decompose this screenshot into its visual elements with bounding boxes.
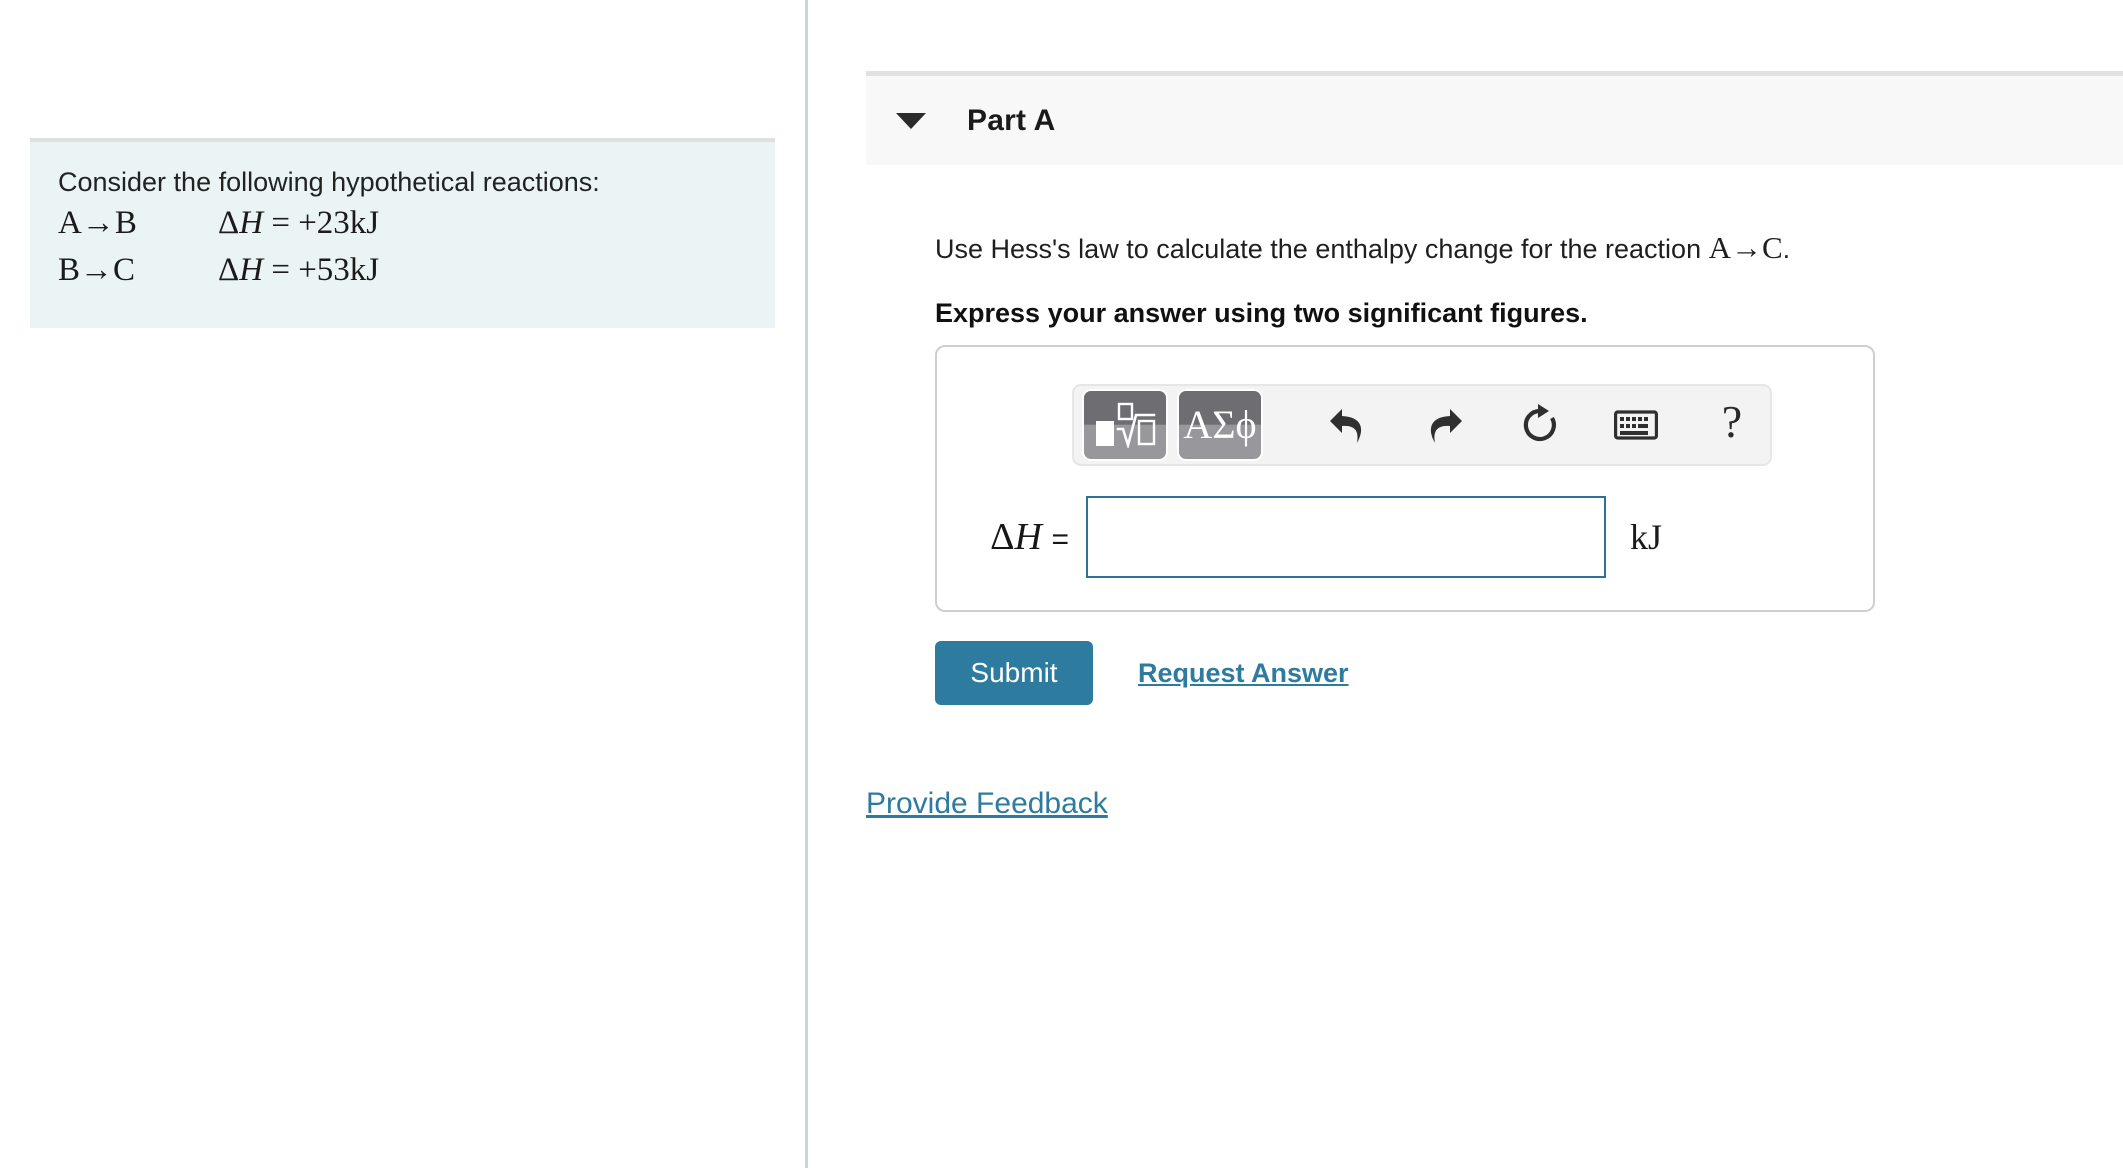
delta-symbol: Δ [218,252,240,289]
math-template-button[interactable] [1082,389,1168,461]
submit-button[interactable]: Submit [935,641,1093,705]
delta-symbol: Δ [218,205,240,242]
greek-symbols-label: ΑΣϕ [1183,402,1257,447]
enthalpy-value: = +23kJ [271,205,380,242]
question-text: Use Hess's law to calculate the enthalpy… [935,234,1709,264]
keyboard-button[interactable] [1595,389,1677,461]
answer-input-row: ΔH = kJ [937,487,1877,587]
template-radical-icon [1096,402,1156,448]
delta-h-label: ΔH = [959,515,1069,559]
h-symbol: H [239,205,264,242]
h-symbol: H [239,252,264,289]
right-panel: Part A Use Hess's law to calculate the e… [808,0,2123,1168]
reaction-equation: A→B [58,205,137,242]
reaction-equation: B→C [58,252,136,289]
reaction-enthalpy: ΔH = +23kJ [218,200,379,247]
redo-icon [1430,409,1462,443]
question-math-expression: A→C [1708,230,1783,265]
question-instruction: Express your answer using two significan… [935,298,1588,329]
caret-down-icon[interactable] [896,112,926,129]
answer-card: ΑΣϕ ? ΔH = kJ [935,345,1875,612]
reset-icon [1523,404,1556,442]
delta-symbol: Δ [990,516,1015,558]
equals-sign: = [1051,523,1069,556]
problem-intro-text: Consider the following hypothetical reac… [58,167,600,197]
greek-symbols-button[interactable]: ΑΣϕ [1177,389,1263,461]
reaction-row: A→B ΔH = +23kJ [58,200,747,247]
problem-statement-box: Consider the following hypothetical reac… [30,138,775,329]
left-panel: Consider the following hypothetical reac… [0,0,805,1168]
redo-button[interactable] [1403,389,1485,461]
undo-button[interactable] [1307,389,1389,461]
keyboard-icon [1614,410,1658,440]
part-title: Part A [967,103,1056,137]
request-answer-link[interactable]: Request Answer [1138,658,1349,689]
enthalpy-value: = +53kJ [271,252,380,289]
math-editor-toolbar: ΑΣϕ ? [1072,384,1772,466]
question-block: Use Hess's law to calculate the enthalpy… [935,228,2085,329]
undo-icon [1330,409,1362,443]
action-bar: Submit Request Answer [935,641,1349,705]
help-label: ? [1721,396,1743,447]
help-button[interactable]: ? [1691,389,1773,461]
part-a-header[interactable]: Part A [866,71,2123,165]
page-root: Consider the following hypothetical reac… [0,0,2123,1168]
reaction-row: B→C ΔH = +53kJ [58,247,747,294]
unit-label: kJ [1630,517,1663,557]
provide-feedback-link[interactable]: Provide Feedback [866,787,1108,821]
question-text-tail: . [1782,234,1791,264]
reset-button[interactable] [1499,389,1581,461]
answer-input[interactable] [1086,496,1606,578]
question-prompt: Use Hess's law to calculate the enthalpy… [935,228,2085,268]
h-symbol: H [1014,516,1042,558]
reaction-enthalpy: ΔH = +53kJ [218,247,379,294]
